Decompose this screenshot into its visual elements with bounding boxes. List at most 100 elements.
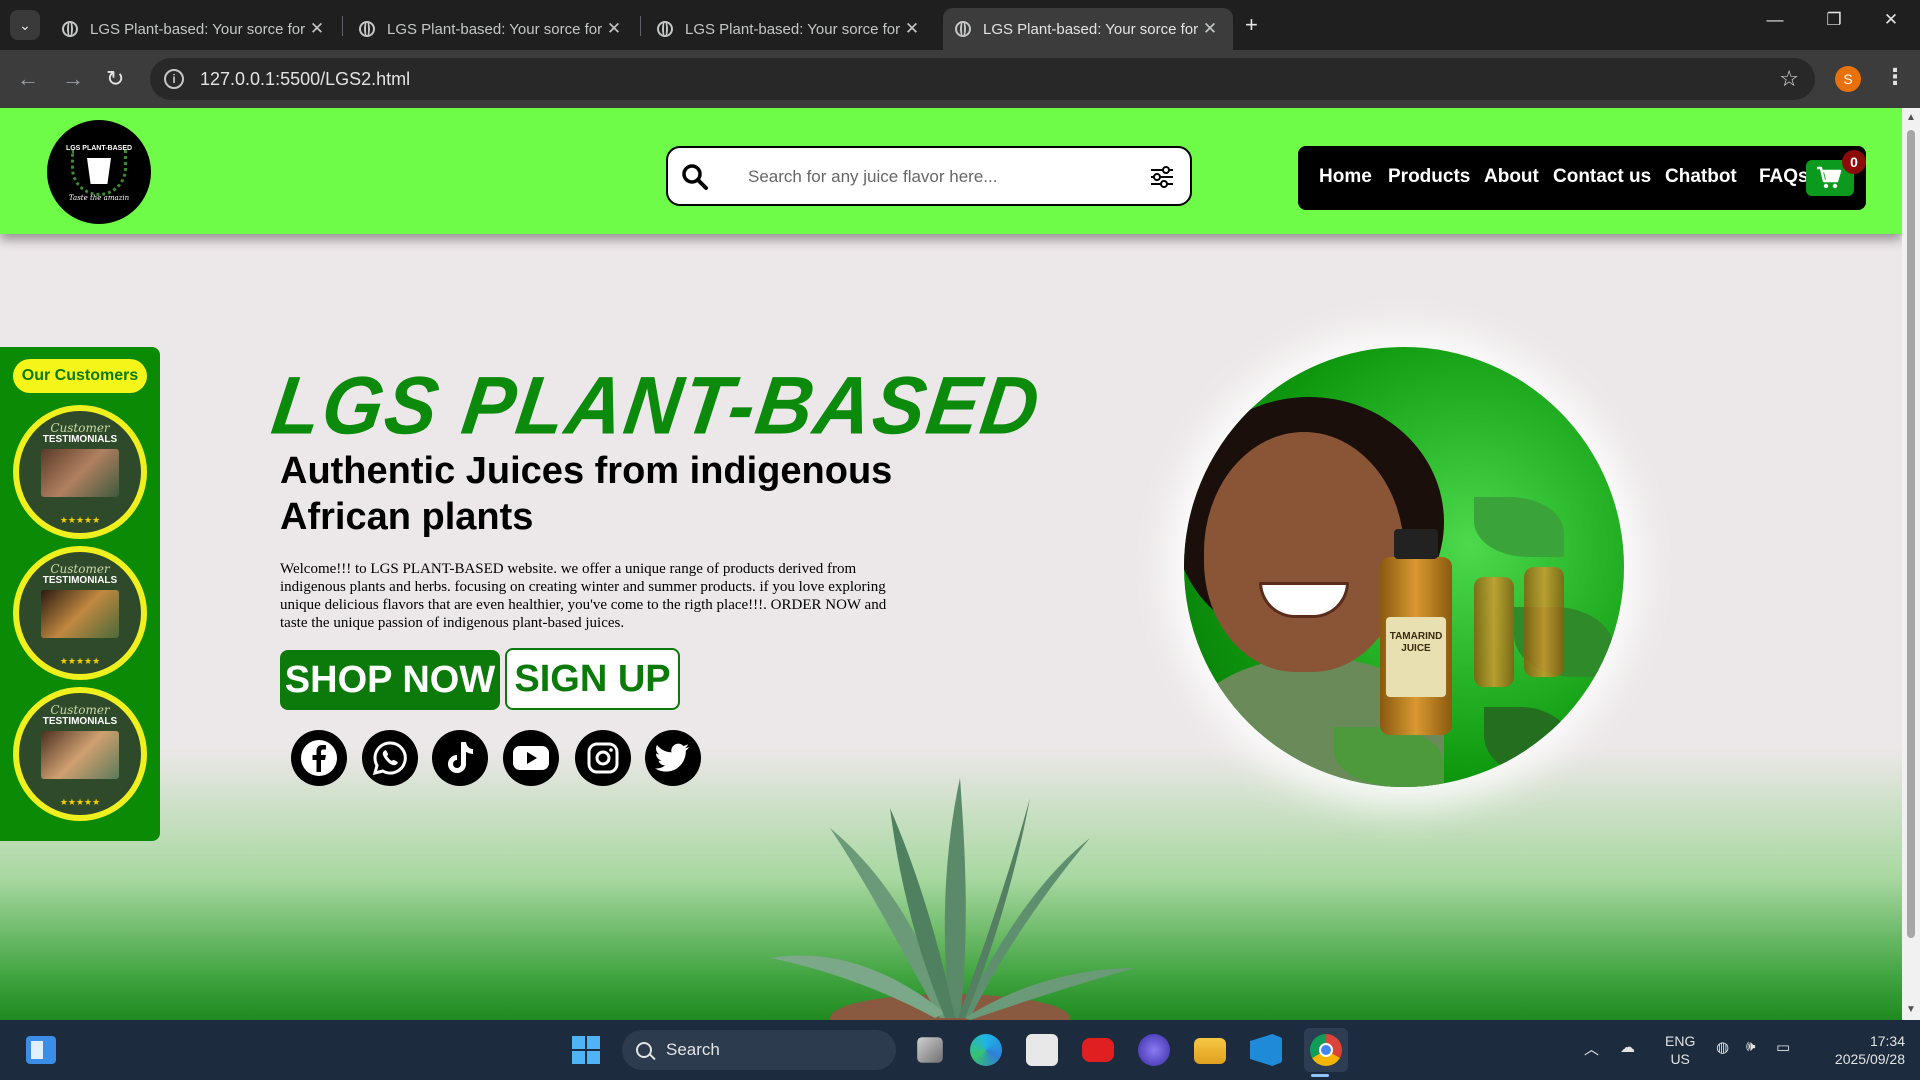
customer-photo — [41, 449, 119, 497]
testimonial-card[interactable]: Customer TESTIMONIALS ★★★★★ — [13, 546, 147, 680]
sign-up-button[interactable]: SIGN UP — [505, 648, 680, 710]
close-tab-icon[interactable]: ✕ — [306, 19, 328, 39]
testimonial-heading: TESTIMONIALS — [42, 434, 118, 445]
testimonial-image: Customer TESTIMONIALS ★★★★★ — [19, 411, 141, 533]
browser-tab[interactable]: LGS Plant-based: Your sorce for ✕ — [645, 8, 935, 50]
testimonial-card[interactable]: Customer TESTIMONIALS ★★★★★ — [13, 405, 147, 539]
taskbar-search[interactable]: Search — [622, 1030, 896, 1070]
tab-title: LGS Plant-based: Your sorce for — [90, 20, 306, 38]
task-view-icon[interactable] — [917, 1037, 943, 1063]
rating-stars: ★★★★★ — [59, 656, 101, 666]
address-bar[interactable]: i 127.0.0.1:5500/LGS2.html ☆ — [150, 58, 1815, 100]
nav-products[interactable]: Products — [1388, 166, 1470, 188]
customer-photo — [41, 590, 119, 638]
scroll-up-arrow-icon[interactable]: ▲ — [1906, 112, 1916, 123]
nav-chatbot[interactable]: Chatbot — [1665, 166, 1737, 188]
system-clock[interactable]: 17:34 2025/09/28 — [1815, 1032, 1905, 1068]
chrome-taskbar-button[interactable] — [1304, 1028, 1348, 1072]
close-tab-icon[interactable]: ✕ — [901, 19, 923, 39]
edge-browser-icon[interactable] — [970, 1034, 1002, 1066]
facebook-icon[interactable] — [291, 730, 347, 786]
bottle-back — [1474, 577, 1514, 687]
customers-title: Our Customers — [13, 359, 147, 393]
hero-intro-text: Welcome!!! to LGS PLANT-BASED website. w… — [280, 561, 887, 631]
vscode-icon[interactable] — [1250, 1034, 1282, 1066]
bottle-back — [1524, 567, 1564, 677]
scroll-down-arrow-icon[interactable]: ▼ — [1906, 1004, 1916, 1015]
close-tab-icon[interactable]: ✕ — [1199, 19, 1221, 39]
copilot-icon[interactable] — [1138, 1034, 1170, 1066]
tab-title: LGS Plant-based: Your sorce for — [387, 20, 603, 38]
taskbar-search-label: Search — [666, 1040, 720, 1059]
network-icon[interactable]: ◍ — [1716, 1038, 1729, 1056]
bottle-cap — [1394, 529, 1438, 559]
cart-count-badge: 0 — [1842, 150, 1866, 174]
aloe-plant-image — [770, 778, 1135, 1020]
minimize-icon[interactable]: — — [1755, 10, 1795, 30]
site-logo[interactable]: LGS PLANT-BASED Taste the amazin — [47, 120, 151, 224]
hero-woman-face — [1204, 432, 1404, 672]
globe-icon — [62, 21, 78, 37]
browser-menu-icon[interactable]: ⋮ — [1884, 64, 1906, 90]
search-bar — [666, 146, 1192, 206]
search-icon[interactable] — [680, 162, 710, 192]
search-icon — [636, 1042, 652, 1058]
battery-icon[interactable]: ▭ — [1776, 1038, 1790, 1056]
new-tab-button[interactable]: + — [1245, 12, 1258, 38]
hero-woman-smile — [1259, 582, 1349, 618]
widgets-icon[interactable] — [26, 1036, 56, 1064]
rating-stars: ★★★★★ — [59, 515, 101, 525]
site-info-icon[interactable]: i — [164, 69, 184, 89]
browser-tab-bar: ⌄ LGS Plant-based: Your sorce for ✕ LGS … — [0, 0, 1920, 50]
nav-faqs[interactable]: FAQs — [1759, 166, 1809, 188]
logo-tagline: Taste the amazin — [68, 194, 130, 202]
show-hidden-icons-chevron[interactable]: ︿ — [1584, 1038, 1599, 1059]
filter-sliders-icon[interactable] — [1150, 166, 1174, 188]
nav-contact-us[interactable]: Contact us — [1553, 166, 1651, 188]
language-indicator[interactable]: ENG US — [1665, 1032, 1695, 1068]
restore-icon[interactable]: ❐ — [1814, 10, 1854, 30]
windows-start-icon[interactable] — [572, 1036, 600, 1064]
testimonial-heading: TESTIMONIALS — [42, 575, 118, 586]
youtube-icon[interactable] — [503, 730, 559, 786]
hero-brand-title: LGS PLANT-BASED — [266, 359, 1047, 452]
tiktok-icon[interactable] — [432, 730, 488, 786]
shop-now-button[interactable]: SHOP NOW — [280, 650, 500, 710]
browser-tab-active[interactable]: LGS Plant-based: Your sorce for ✕ — [943, 8, 1233, 50]
url-text: 127.0.0.1:5500/LGS2.html — [200, 68, 411, 89]
profile-avatar[interactable]: S — [1835, 66, 1861, 92]
hero-image: TAMARIND JUICE — [1184, 347, 1624, 787]
twitter-icon[interactable] — [645, 730, 701, 786]
reload-icon[interactable]: ↻ — [106, 66, 124, 92]
page-scrollbar[interactable]: ▲ ▼ — [1902, 108, 1920, 1020]
youtube-app-icon[interactable] — [1082, 1038, 1114, 1062]
file-explorer-icon[interactable] — [1194, 1038, 1226, 1064]
tab-title: LGS Plant-based: Your sorce for — [983, 20, 1199, 38]
back-icon[interactable]: ← — [17, 66, 39, 92]
browser-tab[interactable]: LGS Plant-based: Your sorce for ✕ — [347, 8, 637, 50]
search-input[interactable] — [748, 160, 1118, 194]
whatsapp-icon[interactable] — [362, 730, 418, 786]
testimonial-card[interactable]: Customer TESTIMONIALS ★★★★★ — [13, 687, 147, 821]
close-tab-icon[interactable]: ✕ — [603, 19, 625, 39]
scrollbar-thumb[interactable] — [1907, 130, 1915, 938]
testimonial-image: Customer TESTIMONIALS ★★★★★ — [19, 693, 141, 815]
instagram-icon[interactable] — [575, 730, 631, 786]
volume-icon[interactable]: 🕪 — [1746, 1038, 1755, 1055]
browser-tab[interactable]: LGS Plant-based: Your sorce for ✕ — [50, 8, 340, 50]
clock-time: 17:34 — [1869, 1033, 1905, 1049]
onedrive-icon[interactable]: ☁ — [1620, 1038, 1635, 1056]
nav-about[interactable]: About — [1484, 166, 1539, 188]
leaf-shape — [1484, 707, 1574, 777]
tamarind-bottle: TAMARIND JUICE — [1380, 529, 1452, 735]
globe-icon — [657, 21, 673, 37]
forward-icon[interactable]: → — [62, 66, 84, 92]
testimonial-script: Customer — [50, 562, 110, 576]
bookmark-star-icon[interactable]: ☆ — [1779, 66, 1799, 92]
testimonial-heading: TESTIMONIALS — [42, 716, 118, 727]
microsoft-store-icon[interactable] — [1026, 1034, 1058, 1066]
cart-button[interactable]: 0 — [1806, 150, 1866, 196]
nav-home[interactable]: Home — [1319, 166, 1372, 188]
close-window-icon[interactable]: ✕ — [1871, 10, 1911, 30]
tab-search-button[interactable]: ⌄ — [10, 10, 40, 40]
